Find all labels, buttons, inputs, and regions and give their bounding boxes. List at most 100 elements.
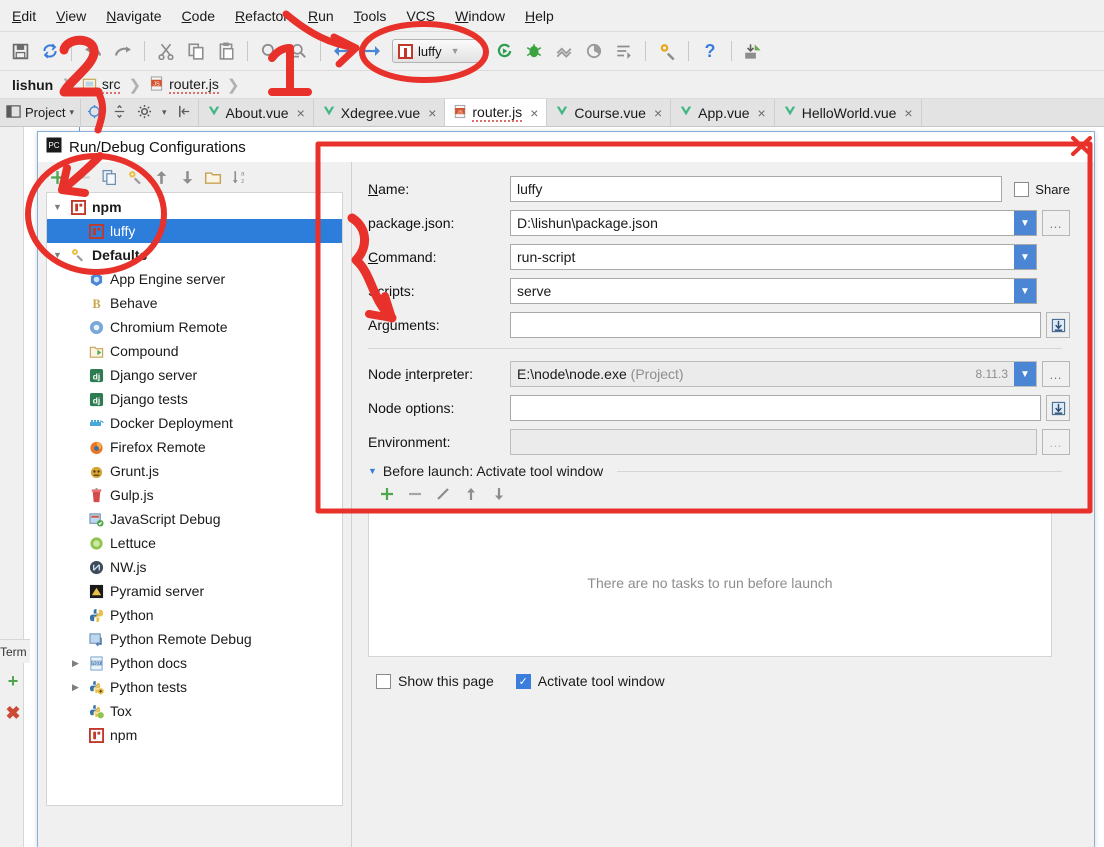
nav-back-icon[interactable]	[328, 37, 356, 65]
chevron-down-icon[interactable]: ▼	[51, 202, 64, 212]
config-tree-item-docker-deployment[interactable]: Docker Deployment	[47, 411, 342, 435]
nav-forward-icon[interactable]	[358, 37, 386, 65]
node-interpreter-browse-button[interactable]: …	[1042, 361, 1070, 387]
editor-tab-router-js[interactable]: JS router.js ×	[445, 99, 548, 126]
collapse-all-icon[interactable]	[112, 104, 127, 122]
share-checkbox-row[interactable]: Share	[1014, 181, 1070, 197]
config-tree-item-firefox-remote[interactable]: Firefox Remote	[47, 435, 342, 459]
config-tree-item-lettuce[interactable]: Lettuce	[47, 531, 342, 555]
config-tree-item-python-docs[interactable]: ▶ RST Python docs	[47, 651, 342, 675]
add-configuration-button[interactable]	[46, 166, 68, 188]
configurations-tree[interactable]: ▼ npm luffy ▼ Defaults App Engine server B Beha…	[46, 192, 343, 806]
node-options-expand-button[interactable]	[1046, 395, 1070, 421]
profile-icon[interactable]	[580, 37, 608, 65]
config-tree-item-python-remote-debug[interactable]: Python Remote Debug	[47, 627, 342, 651]
menu-item-tools[interactable]: Tools	[354, 8, 387, 24]
paste-icon[interactable]	[212, 37, 240, 65]
run-with-args-icon[interactable]	[610, 37, 638, 65]
close-icon[interactable]: ×	[297, 105, 305, 121]
menu-item-navigate[interactable]: Navigate	[106, 8, 161, 24]
editor-tab-xdegree-vue[interactable]: Xdegree.vue ×	[313, 99, 446, 126]
close-icon[interactable]: ×	[758, 105, 766, 121]
menu-item-help[interactable]: Help	[525, 8, 554, 24]
update-project-icon[interactable]	[739, 37, 767, 65]
breadcrumb-item-src[interactable]: src	[74, 71, 129, 98]
environment-input[interactable]	[510, 429, 1037, 455]
remove-task-button[interactable]	[406, 485, 424, 503]
run-configuration-selector[interactable]: luffy ▼	[392, 39, 484, 63]
arguments-expand-button[interactable]	[1046, 312, 1070, 338]
menu-item-view[interactable]: View	[56, 8, 86, 24]
remove-configuration-button[interactable]	[72, 166, 94, 188]
chevron-down-icon[interactable]: ▼	[1014, 362, 1036, 386]
chevron-down-icon[interactable]: ▼	[368, 466, 377, 476]
close-icon[interactable]: ×	[904, 105, 912, 121]
package-json-browse-button[interactable]: …	[1042, 210, 1070, 236]
close-icon[interactable]: ×	[530, 105, 538, 121]
config-tree-item-npm[interactable]: ▼ npm	[47, 195, 342, 219]
config-tree-item-luffy[interactable]: luffy	[47, 219, 342, 243]
cut-icon[interactable]	[152, 37, 180, 65]
config-tree-item-compound[interactable]: Compound	[47, 339, 342, 363]
editor-tab-app-vue[interactable]: App.vue ×	[671, 99, 775, 126]
move-up-button[interactable]	[150, 166, 172, 188]
scripts-combo[interactable]: serve ▼	[510, 278, 1037, 304]
hide-panel-icon[interactable]	[177, 104, 192, 122]
node-options-input[interactable]	[510, 395, 1041, 421]
arguments-input[interactable]	[510, 312, 1041, 338]
config-tree-item-django-server[interactable]: dj Django server	[47, 363, 342, 387]
add-icon[interactable]: +	[4, 671, 22, 691]
share-checkbox[interactable]	[1014, 181, 1030, 197]
edit-task-button[interactable]	[434, 485, 452, 503]
activate-tool-window-checkbox[interactable]: ✓	[515, 673, 531, 689]
coverage-icon[interactable]	[550, 37, 578, 65]
move-down-button[interactable]	[176, 166, 198, 188]
command-combo[interactable]: run-script ▼	[510, 244, 1037, 270]
chevron-down-icon[interactable]: ▼	[1014, 279, 1036, 303]
name-input[interactable]: luffy	[510, 176, 1003, 202]
config-tree-item-python-tests[interactable]: ▶ Python tests	[47, 675, 342, 699]
copy-configuration-button[interactable]	[98, 166, 120, 188]
close-icon[interactable]: ×	[428, 105, 436, 121]
replace-icon[interactable]	[285, 37, 313, 65]
project-tool-window-button[interactable]: Project ▾	[0, 99, 81, 126]
config-tree-item-app-engine-server[interactable]: App Engine server	[47, 267, 342, 291]
menu-item-code[interactable]: Code	[182, 8, 215, 24]
config-tree-item-defaults[interactable]: ▼ Defaults	[47, 243, 342, 267]
sync-icon[interactable]	[36, 37, 64, 65]
activate-tool-window-row[interactable]: ✓ Activate tool window	[515, 673, 665, 689]
menu-item-refactor[interactable]: Refactor	[235, 8, 288, 24]
redo-icon[interactable]	[109, 37, 137, 65]
config-tree-item-nw-js[interactable]: NW.js	[47, 555, 342, 579]
chevron-down-icon[interactable]: ▼	[51, 250, 64, 260]
settings-icon[interactable]	[653, 37, 681, 65]
help-icon[interactable]: ?	[696, 37, 724, 65]
chevron-right-icon[interactable]: ▶	[69, 658, 82, 669]
config-tree-item-grunt-js[interactable]: Grunt.js	[47, 459, 342, 483]
before-launch-task-list[interactable]: There are no tasks to run before launch	[368, 509, 1052, 657]
config-tree-item-tox[interactable]: Tox	[47, 699, 342, 723]
copy-icon[interactable]	[182, 37, 210, 65]
locate-icon[interactable]	[87, 104, 102, 122]
menu-item-run[interactable]: Run	[308, 8, 334, 24]
editor-tab-about-vue[interactable]: About.vue ×	[198, 99, 314, 126]
close-icon[interactable]: ✖	[4, 703, 22, 723]
edit-templates-button[interactable]	[124, 166, 146, 188]
config-tree-item-pyramid-server[interactable]: Pyramid server	[47, 579, 342, 603]
package-json-combo[interactable]: D:\lishun\package.json ▼	[510, 210, 1037, 236]
add-task-button[interactable]	[378, 485, 396, 503]
environment-browse-button[interactable]: …	[1042, 429, 1070, 455]
move-task-up-button[interactable]	[462, 485, 480, 503]
run-icon[interactable]	[490, 37, 518, 65]
breadcrumb-item-file[interactable]: JS router.js	[141, 71, 227, 98]
before-launch-header[interactable]: ▼ Before launch: Activate tool window	[360, 463, 1070, 479]
config-tree-item-chromium-remote[interactable]: Chromium Remote	[47, 315, 342, 339]
breadcrumb-item-project[interactable]: lishun	[4, 71, 61, 98]
editor-tab-course-vue[interactable]: Course.vue ×	[547, 99, 672, 126]
editor-tab-helloworld-vue[interactable]: HelloWorld.vue ×	[774, 99, 922, 126]
undo-icon[interactable]	[79, 37, 107, 65]
debug-icon[interactable]	[520, 37, 548, 65]
menu-item-window[interactable]: Window	[455, 8, 505, 24]
search-icon[interactable]	[255, 37, 283, 65]
config-tree-item-npm[interactable]: npm	[47, 723, 342, 747]
